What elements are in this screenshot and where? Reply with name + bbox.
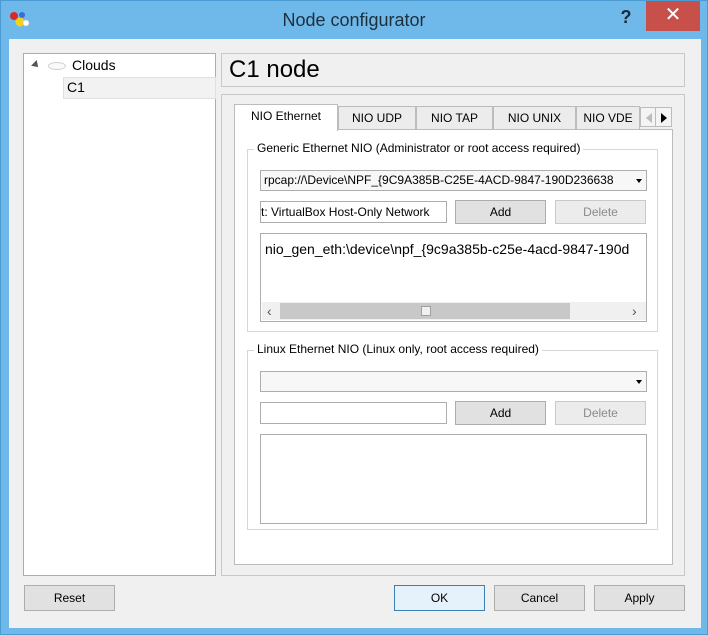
tree-item-label: C1: [67, 79, 85, 95]
triangle-right-icon: [661, 113, 667, 123]
tab-widget: NIO Ethernet NIO UDP NIO TAP NIO UNIX NI…: [221, 94, 685, 576]
tab-nio-ethernet[interactable]: NIO Ethernet: [234, 104, 338, 131]
selected-device-value: rpcap://\Device\NPF_{9C9A385B-C25E-4ACD-…: [264, 173, 614, 187]
dropdown-arrow-icon: [636, 380, 642, 384]
horizontal-scrollbar[interactable]: ‹ ›: [262, 302, 646, 320]
close-button[interactable]: ✕: [646, 1, 700, 31]
linux-add-button[interactable]: Add: [455, 401, 546, 425]
reset-button[interactable]: Reset: [24, 585, 115, 611]
help-button[interactable]: ?: [615, 5, 637, 29]
linux-delete-button[interactable]: Delete: [555, 401, 646, 425]
generic-delete-button[interactable]: Delete: [555, 200, 646, 224]
generic-device-select[interactable]: rpcap://\Device\NPF_{9C9A385B-C25E-4ACD-…: [260, 170, 647, 191]
scrollbar-thumb[interactable]: [421, 306, 431, 316]
generic-ethernet-group: Generic Ethernet NIO (Administrator or r…: [247, 141, 658, 332]
group-title: Linux Ethernet NIO (Linux only, root acc…: [254, 342, 542, 356]
linux-device-select[interactable]: [260, 371, 647, 392]
tab-nio-tap[interactable]: NIO TAP: [416, 106, 493, 129]
tab-pane-nio-ethernet: Generic Ethernet NIO (Administrator or r…: [234, 129, 673, 565]
node-configurator-window: Node configurator ? ✕ Clouds C1 C1 node …: [0, 0, 708, 635]
linux-nio-list[interactable]: [260, 434, 647, 524]
apply-button[interactable]: Apply: [594, 585, 685, 611]
tab-scroll-right-button[interactable]: [655, 107, 672, 127]
linux-ethernet-group: Linux Ethernet NIO (Linux only, root acc…: [247, 342, 658, 530]
chevron-left-icon[interactable]: ‹: [267, 304, 272, 318]
ok-button[interactable]: OK: [394, 585, 485, 611]
dropdown-arrow-icon: [636, 179, 642, 183]
expand-arrow-icon[interactable]: [31, 60, 41, 70]
tree-item-label: Clouds: [72, 57, 116, 73]
node-tree[interactable]: Clouds C1: [23, 53, 216, 576]
tab-nio-vde[interactable]: NIO VDE: [576, 106, 640, 129]
triangle-right-icon: [646, 113, 652, 123]
tab-nio-udp[interactable]: NIO UDP: [338, 106, 416, 129]
generic-add-button[interactable]: Add: [455, 200, 546, 224]
group-title: Generic Ethernet NIO (Administrator or r…: [254, 141, 584, 155]
window-title: Node configurator: [282, 10, 426, 30]
node-title: C1 node: [221, 53, 685, 87]
cancel-button[interactable]: Cancel: [494, 585, 585, 611]
linux-adapter-field[interactable]: [260, 402, 447, 424]
generic-nio-list[interactable]: nio_gen_eth:\device\npf_{9c9a385b-c25e-4…: [260, 233, 647, 322]
tab-nio-unix[interactable]: NIO UNIX: [493, 106, 576, 129]
cloud-icon: [48, 62, 66, 70]
title-bar[interactable]: Node configurator ? ✕: [1, 1, 707, 39]
tree-item-clouds[interactable]: Clouds: [72, 55, 116, 75]
list-item[interactable]: nio_gen_eth:\device\npf_{9c9a385b-c25e-4…: [265, 241, 629, 257]
chevron-right-icon[interactable]: ›: [632, 304, 637, 318]
tree-item-c1[interactable]: C1: [67, 77, 85, 97]
dialog-body: Clouds C1 C1 node NIO Ethernet NIO UDP N…: [9, 39, 701, 628]
tree-item-c1-highlight: [63, 77, 216, 99]
generic-adapter-field[interactable]: t: VirtualBox Host-Only Network: [260, 201, 447, 223]
